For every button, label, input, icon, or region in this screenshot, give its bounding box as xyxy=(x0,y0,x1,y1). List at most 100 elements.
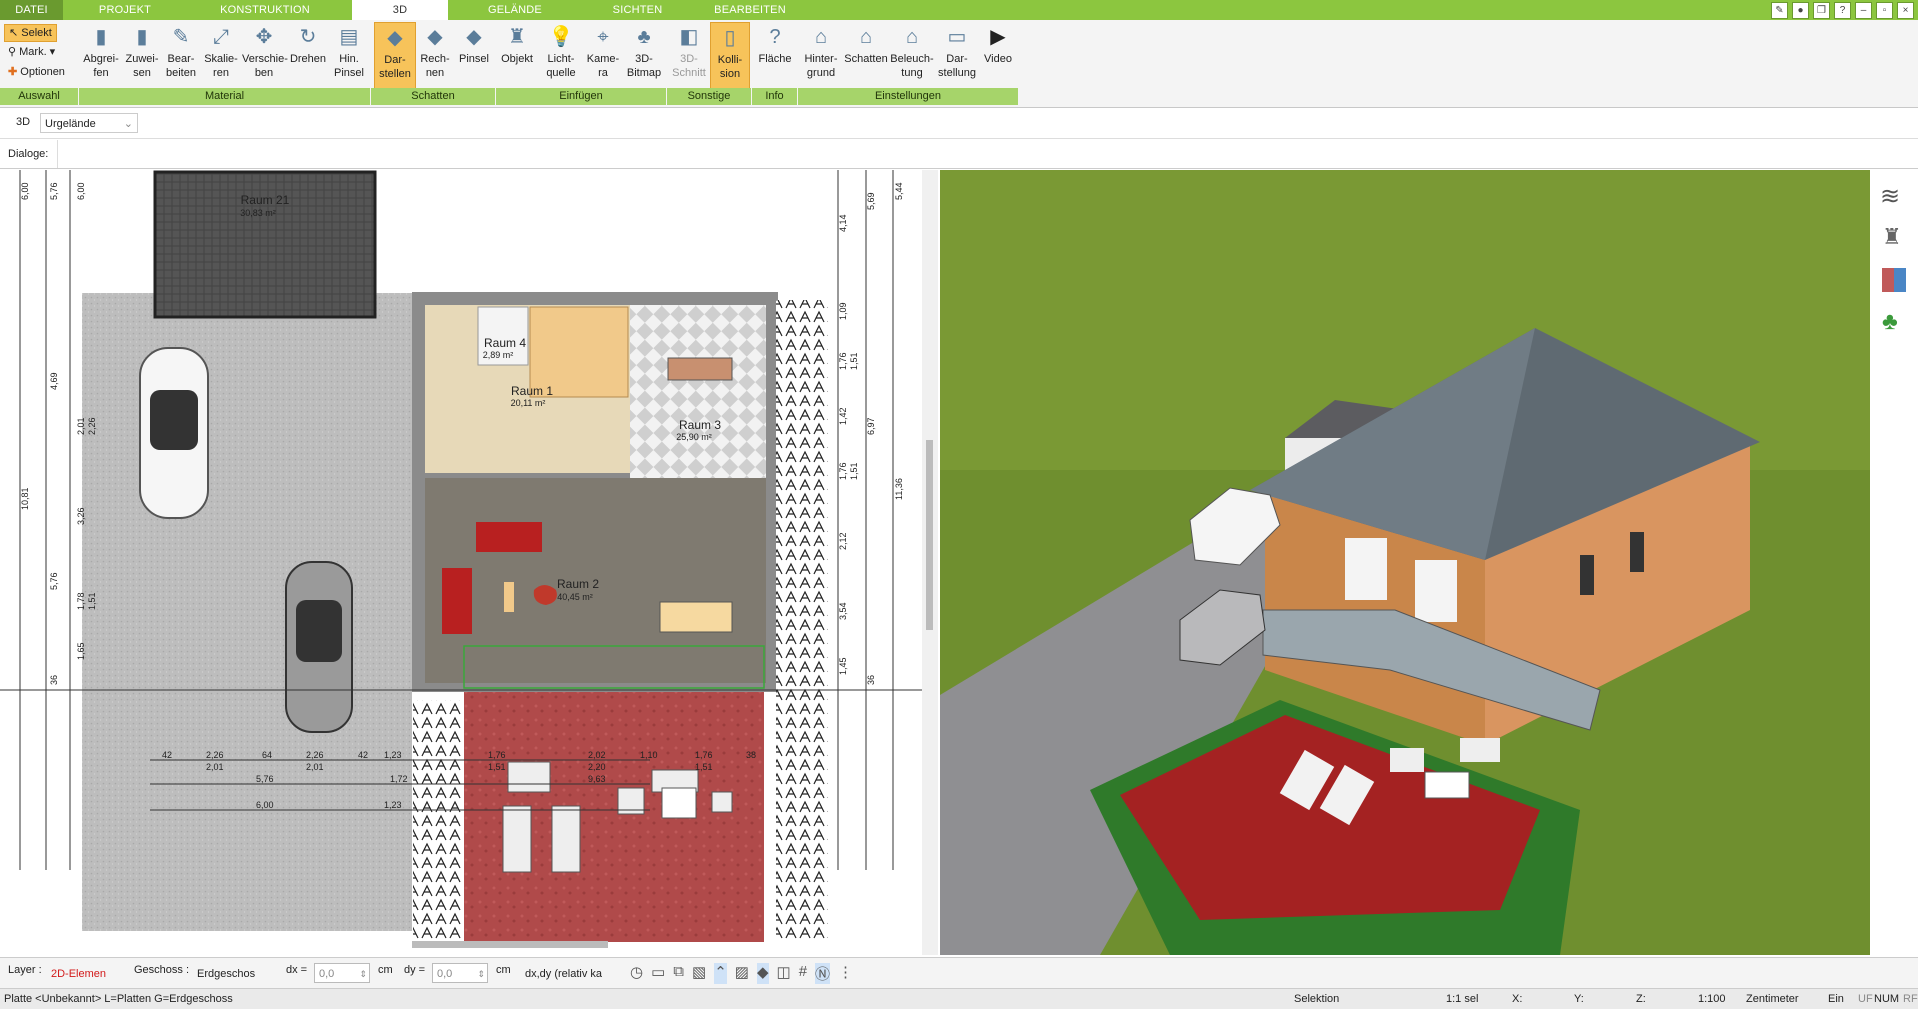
dimension-label: 1,76 xyxy=(838,352,848,370)
layers-tool-icon[interactable]: ⧉ xyxy=(673,963,684,984)
lighting-button[interactable]: ⌂ Beleuch-tung xyxy=(890,22,934,90)
hin-brush-button[interactable]: ▤ Hin. Pinsel xyxy=(330,22,368,90)
insert-object-button[interactable]: ♜ Objekt xyxy=(498,22,536,90)
chair-icon[interactable]: ♜ xyxy=(1882,224,1902,250)
north-icon[interactable]: Ⓝ xyxy=(815,963,831,984)
3d-section-button[interactable]: ◧ 3D- Schnitt xyxy=(670,22,708,90)
shadow-brush-button[interactable]: ◆ Pinsel xyxy=(456,22,492,90)
status-z: Z: xyxy=(1636,993,1646,1005)
rotate-material-icon: ↻ xyxy=(299,26,317,48)
plus-icon: ✚ xyxy=(8,66,21,78)
shadow-display-button[interactable]: ◆ Dar-stellen xyxy=(374,22,416,92)
spin-icon[interactable]: ⇕ xyxy=(477,964,485,984)
options-button[interactable]: ✚ Optionen xyxy=(4,64,69,80)
insert-light-icon: 💡 xyxy=(548,26,574,48)
tab-sichten[interactable]: SICHTEN xyxy=(595,0,680,20)
status-flag-rf: RF xyxy=(1903,993,1918,1005)
coord-mode-dropdown[interactable]: dx,dy (relativ ka xyxy=(520,963,616,983)
dx-input[interactable]: 0,0 ⇕ xyxy=(314,963,370,983)
3d-canvas[interactable] xyxy=(940,170,1870,955)
dy-input[interactable]: 0,0 ⇕ xyxy=(432,963,488,983)
tab-bearbeiten[interactable]: BEARBEITEN xyxy=(700,0,800,20)
group-info: Info xyxy=(752,88,798,105)
room-label: Raum 21 xyxy=(241,193,290,207)
hatch-icon[interactable]: ▨ xyxy=(735,963,749,984)
more-icon[interactable]: ⋮ xyxy=(838,963,853,984)
status-y: Y: xyxy=(1574,993,1584,1005)
rotate-material-button[interactable]: ↻ Drehen xyxy=(288,22,328,90)
scale-material-button[interactable]: ⤢ Skalie-ren xyxy=(202,22,240,90)
shadow-compute-button[interactable]: ◆ Rech-nen xyxy=(416,22,454,90)
monitor-icon[interactable]: ▭ xyxy=(651,963,665,984)
snap-icon[interactable]: ⌃ xyxy=(714,963,727,984)
move-material-button[interactable]: ✥ Verschie-ben xyxy=(242,22,288,90)
dialogs-label: Dialoge: xyxy=(8,148,49,160)
background-button[interactable]: ⌂ Hinter-grund xyxy=(800,22,842,90)
mark-button[interactable]: ⚲ Mark. ▾ xyxy=(4,44,59,60)
insert-camera-button[interactable]: ⌖ Kame-ra xyxy=(584,22,622,90)
layer-view-icon[interactable]: ◫ xyxy=(777,963,791,984)
tab-3d[interactable]: 3D xyxy=(352,0,448,20)
floor-plan-canvas[interactable]: Raum 21 30,83 m² Raum 4 2,89 m² Raum 1 2… xyxy=(0,170,922,955)
tab-konstruktion[interactable]: KONSTRUKTION xyxy=(200,0,330,20)
dimension-label: 11,36 xyxy=(894,478,904,500)
dimension-label: 1,51 xyxy=(87,592,97,610)
view-mode-label: 3D xyxy=(16,116,31,128)
display-settings-button[interactable]: ▭ Dar-stellung xyxy=(936,22,978,90)
restore-icon[interactable]: ▫ xyxy=(1876,2,1893,19)
insert-3d-bitmap-button[interactable]: ♣ 3D- Bitmap xyxy=(624,22,664,90)
view-icon[interactable]: ◆ xyxy=(756,963,769,984)
status-unit: Zentimeter xyxy=(1746,993,1799,1005)
dimension-label: 36 xyxy=(866,675,876,685)
collision-button[interactable]: ▯ Kolli-sion xyxy=(710,22,750,92)
shadow-settings-icon: ⌂ xyxy=(859,26,873,48)
spin-icon[interactable]: ⇕ xyxy=(359,964,367,984)
floor-plan-view[interactable]: Raum 21 30,83 m² Raum 4 2,89 m² Raum 1 2… xyxy=(0,170,922,955)
layers-icon[interactable]: ≋ xyxy=(1880,182,1900,211)
main-tab-bar: DATEI PROJEKT KONSTRUKTION 3D GELÄNDE SI… xyxy=(0,0,1918,20)
dimension-label: 10,81 xyxy=(20,487,30,510)
video-button[interactable]: ▶ Video xyxy=(980,22,1016,90)
materials-icon[interactable] xyxy=(1882,268,1906,292)
background-icon: ⌂ xyxy=(814,26,828,48)
chevron-down-icon: ⌄ xyxy=(123,118,133,130)
area-info-button[interactable]: ? Fläche xyxy=(756,22,794,90)
dimension-label: 6,00 xyxy=(20,182,30,200)
tree-icon[interactable]: ♣ xyxy=(1882,308,1898,336)
dimension-label: 1,51 xyxy=(695,762,713,772)
minimize-icon[interactable]: – xyxy=(1855,2,1872,19)
close-icon[interactable]: × xyxy=(1897,2,1914,19)
tab-gelaende[interactable]: GELÄNDE xyxy=(470,0,560,20)
floor-label: Geschoss : xyxy=(134,964,190,976)
insert-light-button[interactable]: 💡 Licht-quelle xyxy=(540,22,582,90)
help-icon[interactable]: ? xyxy=(1834,2,1851,19)
shadow-settings-button[interactable]: ⌂ Schatten xyxy=(844,22,888,90)
assign-material-button[interactable]: ▮ Zuwei-sen xyxy=(124,22,160,90)
lighting-icon: ⌂ xyxy=(905,26,919,48)
3d-view[interactable] xyxy=(940,170,1870,955)
button-label-line2: sion xyxy=(719,68,741,80)
clock-icon[interactable]: ◷ xyxy=(630,963,643,984)
button-label-line2: Schnitt xyxy=(672,67,706,79)
button-label-line2: fen xyxy=(93,67,109,79)
layer-dropdown[interactable]: 2D-Elemen ⌄ xyxy=(46,963,122,1000)
grid-icon[interactable]: # xyxy=(799,963,807,984)
group-material: Material xyxy=(79,88,371,105)
dimension-label: 1,42 xyxy=(838,407,848,425)
tab-datei[interactable]: DATEI xyxy=(0,0,63,20)
pick-material-button[interactable]: ▮ Abgrei-fen xyxy=(80,22,122,90)
vertical-scrollbar[interactable] xyxy=(922,170,938,955)
terrain-dropdown[interactable]: Urgelände ⌄ xyxy=(40,113,138,133)
floor-dropdown[interactable]: Erdgeschos ⌄ xyxy=(192,963,270,1000)
status-scale: 1:100 xyxy=(1698,993,1726,1005)
select-button[interactable]: ↖ Selekt xyxy=(4,24,57,42)
horizontal-scrollbar[interactable] xyxy=(412,941,608,948)
scroll-thumb[interactable] xyxy=(926,440,933,630)
pen-icon[interactable]: ✎ xyxy=(1771,2,1788,19)
user-icon[interactable]: ● xyxy=(1792,2,1809,19)
windows-icon[interactable]: ❐ xyxy=(1813,2,1830,19)
edit-material-button[interactable]: ✎ Bear-beiten xyxy=(162,22,200,90)
button-label-line2: tung xyxy=(901,67,923,79)
tab-projekt[interactable]: PROJEKT xyxy=(80,0,170,20)
paint-icon[interactable]: ▧ xyxy=(692,963,706,984)
